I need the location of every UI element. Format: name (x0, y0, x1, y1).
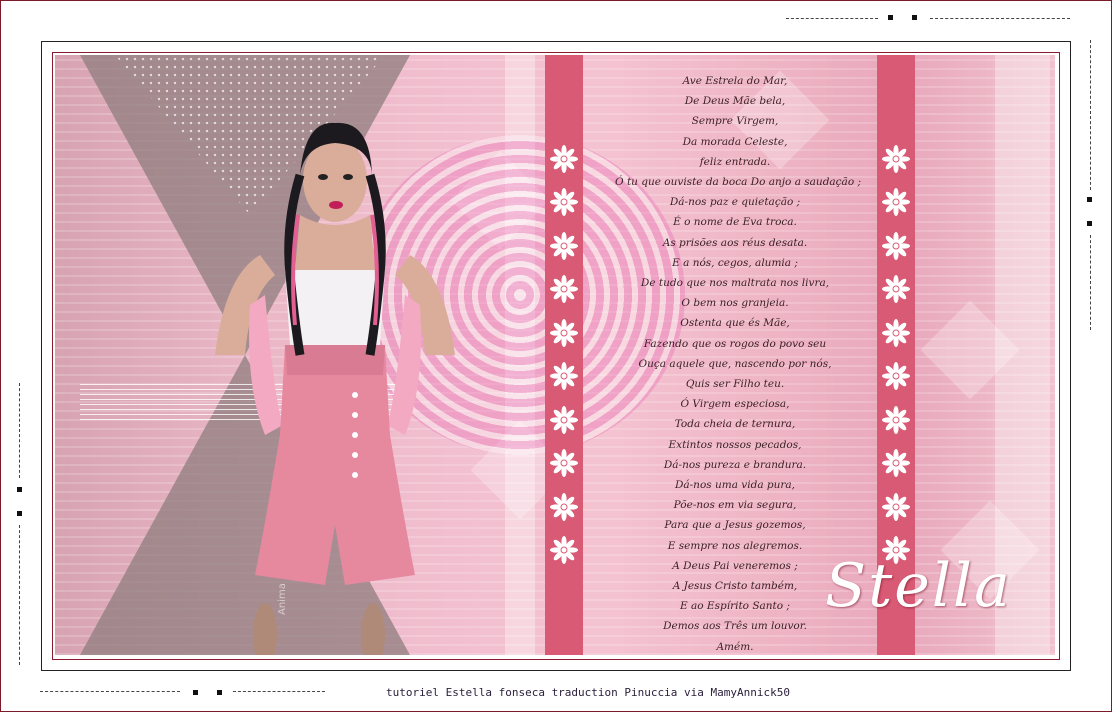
poem-line: De tudo que nos maltrata nos livra, (640, 277, 830, 290)
poem-line: Da morada Celeste, (682, 135, 788, 148)
poem-line: Ostenta que és Mãe, (680, 317, 790, 330)
decor-dash (40, 691, 180, 692)
poem-line: Dá-nos pureza e brandura. (663, 458, 807, 471)
poem-line: É o nome de Eva troca. (673, 216, 797, 229)
artist-signature: Anima (277, 583, 288, 615)
decor-square (17, 511, 22, 516)
poem-line: A Deus Pai veneremos ; (672, 559, 798, 572)
flower-icon (545, 355, 583, 399)
stella-title: Stella (825, 551, 1012, 621)
decor-dash (19, 525, 20, 665)
poem-line: E sempre nos alegremos. (667, 539, 803, 552)
flower-column-right (877, 137, 915, 572)
flower-icon (877, 181, 915, 225)
flower-icon (877, 137, 915, 181)
poem-line: E ao Espírito Santo ; (680, 600, 790, 613)
decor-square (1087, 221, 1092, 226)
flower-icon (545, 311, 583, 355)
poem-line: E a nós, cegos, alumia ; (672, 256, 798, 269)
poem-line: Demos aos Três um louvor. (663, 620, 807, 633)
flower-icon (545, 485, 583, 529)
poem-line: Põe-nos em via segura, (673, 499, 797, 512)
poem-line: Fazendo que os rogos do povo seu (643, 337, 827, 350)
decor-square (193, 690, 198, 695)
artwork-canvas: Anima Ave Estrela do Mar, De Deus Mãe bel… (55, 55, 1055, 655)
flower-icon (545, 529, 583, 573)
decor-dash (19, 383, 20, 478)
flower-icon (877, 442, 915, 486)
flower-icon (545, 137, 583, 181)
poem-line: Toda cheia de ternura, (674, 418, 796, 431)
decor-square (912, 15, 917, 20)
poem-line: feliz entrada. (699, 155, 771, 168)
poem-line: Ave Estrela do Mar, (682, 75, 788, 87)
poem-line: Para que a Jesus gozemos, (664, 519, 806, 532)
flower-icon (545, 442, 583, 486)
flower-icon (877, 224, 915, 268)
flower-icon (877, 311, 915, 355)
poem-line: As prisões aos réus desata. (662, 236, 808, 249)
decor-square (888, 15, 893, 20)
flower-icon (545, 224, 583, 268)
poem-line: O bem nos granjeia. (681, 297, 789, 310)
flower-icon (545, 268, 583, 312)
flower-icon (545, 181, 583, 225)
poem-line: Extintos nossos pecados, (668, 438, 802, 451)
decor-dash (930, 18, 1070, 19)
poem-line: A Jesus Cristo também, (672, 580, 798, 593)
flower-icon (877, 355, 915, 399)
flower-icon (545, 398, 583, 442)
poem-line: De Deus Mãe bela, (684, 95, 786, 108)
poem-line: Dá-nos uma vida pura, (674, 479, 796, 492)
decor-square (17, 487, 22, 492)
poem-line: Ouça aquele que, nascendo por nós, (638, 357, 832, 370)
decor-square (1087, 197, 1092, 202)
flower-icon (877, 268, 915, 312)
decor-dash (1090, 40, 1091, 190)
poem-line: Quis ser Filho teu. (685, 378, 785, 391)
poem-line: Sempre Virgem, (691, 115, 779, 128)
flower-icon (877, 398, 915, 442)
decor-square (217, 690, 222, 695)
decor-dash (233, 691, 325, 692)
poem-text: Ave Estrela do Mar, De Deus Mãe bela, Semp… (615, 71, 862, 655)
poem-line: Dá-nos paz e quietação ; (669, 196, 801, 209)
poem-line: Ó Virgem especiosa, (680, 398, 790, 411)
credit-caption: tutoriel Estella fonseca traduction Pinu… (386, 686, 790, 699)
flower-column-left (545, 137, 583, 572)
flower-icon (877, 485, 915, 529)
decor-dash (786, 18, 878, 19)
poem-line: Amém. (716, 640, 754, 653)
poem-line: Ó tu que ouviste da boca Do anjo a sauda… (615, 176, 862, 189)
decor-dash (1090, 235, 1091, 330)
woman-figure (215, 122, 455, 655)
